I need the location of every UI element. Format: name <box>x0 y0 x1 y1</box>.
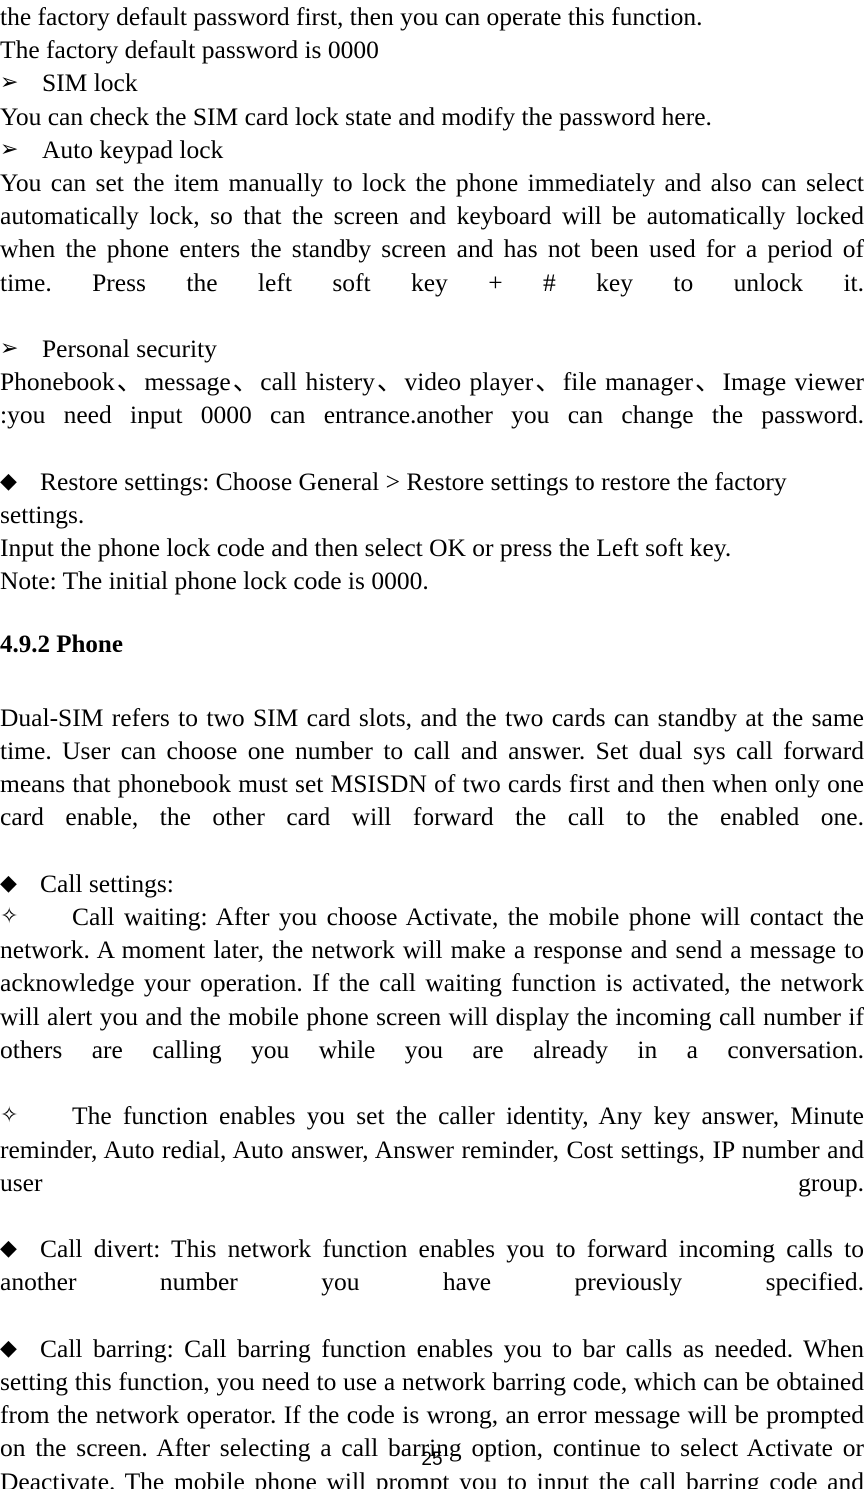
bullet-restore-settings: ◆ Restore settings: Choose General > Rest… <box>0 465 864 531</box>
spacer-after-heading <box>0 661 864 701</box>
bullet-sim-lock: ➢ SIM lock <box>0 66 864 99</box>
star-bullet-icon: ✧ <box>0 1103 19 1129</box>
arrow-bullet-icon: ➢ <box>0 336 19 362</box>
spacer-before-heading <box>0 598 864 628</box>
bullet-sim-lock-label: SIM lock <box>42 68 138 98</box>
call-divert-text: Call divert: This network function enabl… <box>0 1234 864 1297</box>
document-page: the factory default password first, then… <box>0 0 864 1489</box>
sim-lock-body: You can check the SIM card lock state an… <box>0 101 712 131</box>
arrow-bullet-icon: ➢ <box>0 136 19 162</box>
bullet-personal-security-label: Personal security <box>42 334 217 364</box>
call-settings-label: Call settings: <box>40 868 174 898</box>
call-waiting-text: Call waiting: After you choose Activate,… <box>0 902 864 1064</box>
restore-settings-text: Restore settings: Choose General > Resto… <box>0 466 787 530</box>
diamond-bullet-icon: ◆ <box>0 468 17 494</box>
bullet-call-divert: ◆ Call divert: This network function enab… <box>0 1232 864 1332</box>
note-line: Note: The initial phone lock code is 000… <box>0 566 429 596</box>
bullet-caller-identity: ✧ The function enables you set the caller… <box>0 1099 864 1232</box>
auto-keypad-body: You can set the item manually to lock th… <box>0 168 864 297</box>
diamond-bullet-icon: ◆ <box>0 1335 17 1361</box>
diamond-bullet-icon: ◆ <box>0 870 17 896</box>
personal-security-body: Phonebook、message、call histery、video pla… <box>0 367 864 430</box>
restore-settings-body: Input the phone lock code and then selec… <box>0 533 732 563</box>
page-content: the factory default password first, then… <box>0 0 864 1489</box>
bullet-personal-security: ➢ Personal security <box>0 332 864 365</box>
bullet-auto-keypad-label: Auto keypad lock <box>42 134 224 164</box>
page-number: 25 <box>421 1449 443 1470</box>
caller-identity-text: The function enables you set the caller … <box>0 1101 864 1197</box>
arrow-bullet-icon: ➢ <box>0 70 19 96</box>
intro-line-1: the factory default password first, then… <box>0 2 703 31</box>
star-bullet-icon: ✧ <box>0 904 19 930</box>
bullet-auto-keypad-lock: ➢ Auto keypad lock <box>0 133 864 166</box>
bullet-call-waiting: ✧ Call waiting: After you choose Activate… <box>0 900 864 1099</box>
section-heading: 4.9.2 Phone <box>0 630 123 658</box>
diamond-bullet-icon: ◆ <box>0 1236 17 1262</box>
dual-sim-body: Dual-SIM refers to two SIM card slots, a… <box>0 702 864 832</box>
bullet-call-settings: ◆ Call settings: <box>0 867 864 900</box>
intro-line-2: The factory default password is 0000 <box>0 35 379 65</box>
